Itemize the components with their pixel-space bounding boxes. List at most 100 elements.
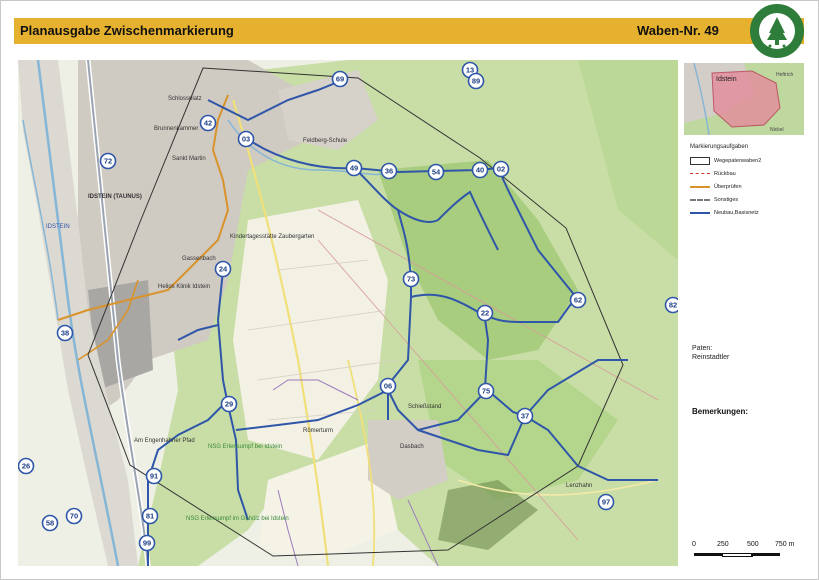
- route-marker-70: 70: [65, 507, 83, 525]
- route-marker-label: 81: [146, 512, 154, 521]
- legend-item-ueberpruefen: Überprüfen: [690, 180, 810, 193]
- route-marker-label: 54: [432, 168, 441, 177]
- route-marker-54: 54: [427, 163, 445, 181]
- place-label-feldberg-schule: Feldberg-Schule: [303, 138, 348, 144]
- legend-title: Markierungsaufgaben: [690, 144, 749, 150]
- route-marker-label: 36: [385, 167, 393, 176]
- naturpark-logo: [750, 4, 804, 58]
- place-label-brunnenkammer: Brunnenkammer: [154, 126, 198, 132]
- route-marker-label: 06: [384, 382, 392, 391]
- legend-label: Sonstiges: [714, 196, 739, 203]
- route-marker-label: 03: [242, 135, 250, 144]
- place-label-idstein: IDSTEIN (TAUNUS): [88, 194, 142, 200]
- main-map[interactable]: IDSTEIN (TAUNUS) IDSTEIN Schlossplatz Br…: [18, 60, 678, 566]
- place-label-helios-klinik: Helios Klinik Idstein: [158, 284, 210, 290]
- route-marker-89: 89: [467, 72, 485, 90]
- route-marker-label: 13: [466, 66, 474, 75]
- route-marker-label: 69: [336, 75, 344, 84]
- route-marker-06: 06: [379, 377, 397, 395]
- route-marker-42: 42: [199, 114, 217, 132]
- legend: Markierungsaufgaben Wegepatenwaben2 Rück…: [690, 144, 810, 219]
- route-marker-97: 97: [597, 493, 615, 511]
- route-marker-22: 22: [476, 304, 494, 322]
- route-marker-label: 82: [669, 301, 677, 310]
- scale-label-0: 0: [692, 541, 696, 548]
- route-marker-99: 99: [138, 534, 156, 552]
- route-marker-03: 03: [237, 130, 255, 148]
- scale-label-250: 250: [717, 541, 729, 548]
- route-marker-label: 02: [497, 165, 505, 174]
- route-marker-69: 69: [331, 70, 349, 88]
- paten-value: Reinstadtler: [692, 354, 730, 361]
- route-marker-label: 38: [61, 329, 69, 338]
- overview-label-nickel: Nickel: [770, 127, 784, 133]
- route-marker-label: 40: [476, 166, 484, 175]
- route-marker-label: 72: [104, 157, 112, 166]
- overview-label-heftrich: Heftrich: [776, 72, 793, 78]
- route-marker-82: 82: [664, 296, 678, 314]
- route-marker-label: 24: [219, 265, 228, 274]
- route-marker-29: 29: [220, 395, 238, 413]
- place-label-dasbach: Dasbach: [400, 444, 424, 450]
- route-marker-label: 22: [481, 309, 489, 318]
- remarks-label: Bemerkungen:: [692, 407, 749, 416]
- scale-segment: [694, 553, 722, 556]
- route-marker-label: 91: [150, 472, 158, 481]
- route-marker-49: 49: [345, 159, 363, 177]
- route-marker-label: 75: [482, 387, 490, 396]
- place-label-engenhahner-pfad: Am Engenhahner Pfad: [134, 438, 195, 444]
- route-marker-label: 62: [574, 296, 582, 305]
- place-label-schiessstand: Schießstand: [408, 404, 441, 410]
- scale-segment: [722, 553, 753, 557]
- route-marker-62: 62: [569, 291, 587, 309]
- route-marker-40: 40: [471, 161, 489, 179]
- scale-label-750: 750 m: [775, 541, 795, 548]
- route-marker-37: 37: [516, 407, 534, 425]
- legend-symbol-box: [690, 156, 710, 165]
- place-label-idstein-river: IDSTEIN: [46, 224, 70, 230]
- legend-symbol-line-orange: [690, 185, 710, 188]
- scale-segment: [751, 553, 780, 556]
- route-marker-91: 91: [145, 467, 163, 485]
- place-label-sankt-martin: Sankt Martin: [172, 156, 206, 162]
- place-label-lenzhahn: Lenzhahn: [566, 483, 592, 489]
- paten-block: Paten: Reinstadtler: [692, 344, 729, 362]
- route-marker-81: 81: [141, 507, 159, 525]
- legend-label: Rückbau: [714, 170, 736, 177]
- legend-item-sonstiges: Sonstiges: [690, 193, 810, 206]
- route-marker-72: 72: [99, 152, 117, 170]
- place-label-nsg-1: NSG Erlensumpf bei Idstein: [208, 444, 282, 450]
- route-marker-label: 99: [143, 539, 151, 548]
- overview-map[interactable]: Idstein Heftrich Nickel: [684, 63, 804, 135]
- legend-item-rueckbau: Rückbau: [690, 167, 810, 180]
- overview-label-idstein: Idstein: [716, 76, 737, 83]
- route-marker-label: 26: [22, 462, 30, 471]
- place-label-schlossplatz: Schlossplatz: [168, 96, 202, 102]
- route-marker-label: 70: [70, 512, 78, 521]
- route-marker-26: 26: [18, 457, 35, 475]
- paten-label: Paten:: [692, 345, 713, 352]
- place-label-roemerturm: Römerturm: [303, 428, 333, 434]
- legend-label: Wegepatenwaben2: [714, 157, 762, 164]
- legend-item-waben: Wegepatenwaben2: [690, 154, 810, 167]
- legend-symbol-dash-red: [690, 173, 710, 174]
- route-marker-58: 58: [41, 514, 59, 532]
- route-marker-label: 29: [225, 400, 233, 409]
- route-marker-75: 75: [477, 382, 495, 400]
- place-label-nsg-2: NSG Erlensumpf im Gehölz bei Idstein: [186, 516, 289, 522]
- scale-bar: 0 250 500 750 m: [692, 537, 802, 563]
- route-marker-38: 38: [56, 324, 74, 342]
- legend-label: Neubau,Basisnetz: [714, 209, 759, 216]
- page-title: Planausgabe Zwischenmarkierung: [20, 23, 234, 38]
- legend-symbol-dash-grey: [690, 198, 710, 201]
- place-label-gassenbach: Gassenbach: [182, 256, 216, 262]
- hexagon-number: Waben-Nr. 49: [637, 23, 719, 38]
- route-marker-36: 36: [380, 162, 398, 180]
- scale-label-500: 500: [747, 541, 759, 548]
- route-marker-label: 89: [472, 77, 480, 86]
- route-marker-label: 97: [602, 498, 610, 507]
- route-marker-label: 49: [350, 164, 358, 173]
- route-marker-label: 42: [204, 119, 212, 128]
- route-marker-label: 58: [46, 519, 54, 528]
- legend-item-neubau: Neubau,Basisnetz: [690, 206, 810, 219]
